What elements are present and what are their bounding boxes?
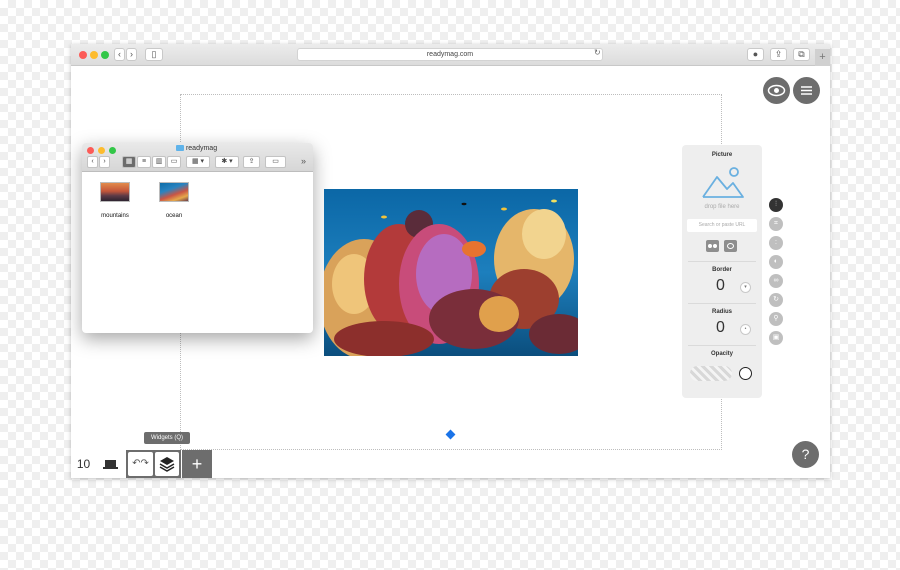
- widgets-tooltip: Widgets (Q): [144, 432, 190, 444]
- list-view-button[interactable]: ≡: [137, 156, 151, 168]
- rotate-icon[interactable]: ↻: [769, 293, 783, 307]
- page-number[interactable]: 10: [71, 450, 96, 478]
- camera-button[interactable]: [724, 240, 737, 252]
- share-button[interactable]: ⇪: [770, 48, 787, 61]
- laptop-icon: [103, 460, 118, 469]
- back-button[interactable]: ‹: [114, 48, 125, 61]
- link-icon[interactable]: ∞: [769, 274, 783, 288]
- reload-icon[interactable]: ↻: [594, 48, 601, 57]
- border-value[interactable]: 0: [716, 277, 725, 295]
- flickr-icon: [708, 244, 712, 248]
- sidebar-toggle-button[interactable]: ▯: [145, 48, 163, 61]
- drop-file-text: drop file here: [704, 204, 740, 210]
- gallery-view-button[interactable]: ▭: [167, 156, 181, 168]
- preview-button[interactable]: [763, 77, 790, 104]
- lock-icon[interactable]: ▣: [769, 331, 783, 345]
- mask-icon[interactable]: ◐: [769, 255, 783, 269]
- layers-icon: [159, 457, 175, 472]
- finder-window: readymag ‹ › ▦ ≡ ▥ ▭ ▦ ▾ ✱ ▾ ⇪ ▭ » mount…: [82, 143, 313, 333]
- radius-label: Radius: [711, 309, 732, 315]
- file-label: ocean: [165, 213, 183, 219]
- file-label: mountains: [101, 213, 129, 219]
- add-widget-button[interactable]: +: [182, 450, 212, 478]
- url-bar[interactable]: readymag.com: [297, 48, 603, 61]
- menu-button[interactable]: [793, 77, 820, 104]
- finder-minimize-dot[interactable]: [98, 147, 105, 154]
- action-gear-button[interactable]: ✱ ▾: [215, 156, 239, 168]
- url-text: readymag.com: [426, 51, 474, 58]
- finder-share-button[interactable]: ⇪: [243, 156, 260, 168]
- coral-reef-image[interactable]: [324, 189, 578, 356]
- camera-icon: [727, 243, 734, 249]
- minimize-dot[interactable]: [90, 51, 98, 59]
- pin-icon[interactable]: ⚲: [769, 312, 783, 326]
- finder-back-button[interactable]: ‹: [87, 156, 98, 168]
- mountains-thumbnail: [100, 182, 130, 202]
- arrange-button[interactable]: ▦ ▾: [186, 156, 210, 168]
- finder-zoom-dot[interactable]: [109, 147, 116, 154]
- flickr-button[interactable]: [706, 240, 719, 252]
- hamburger-icon: [801, 86, 812, 95]
- tag-button[interactable]: ▭: [265, 156, 286, 168]
- border-dropdown-button[interactable]: ▾: [740, 282, 751, 293]
- radius-dropdown-button[interactable]: •: [740, 324, 751, 335]
- border-label: Border: [712, 267, 732, 273]
- ocean-thumbnail: [159, 182, 189, 202]
- image-placeholder-icon[interactable]: [701, 165, 745, 206]
- close-dot[interactable]: [79, 51, 87, 59]
- search-url-input[interactable]: Search or paste URL: [687, 219, 757, 232]
- radius-value[interactable]: 0: [716, 319, 725, 337]
- finder-toolbar: readymag ‹ › ▦ ≡ ▥ ▭ ▦ ▾ ✱ ▾ ⇪ ▭ »: [82, 143, 313, 172]
- finder-title: readymag: [176, 145, 217, 152]
- column-view-button[interactable]: ▥: [152, 156, 166, 168]
- finder-forward-button[interactable]: ›: [99, 156, 110, 168]
- zoom-dot[interactable]: [101, 51, 109, 59]
- download-button[interactable]: ●: [747, 48, 764, 61]
- finder-close-dot[interactable]: [87, 147, 94, 154]
- overflow-chevron-icon[interactable]: »: [301, 156, 306, 166]
- browser-titlebar: ‹ › ▯ readymag.com ↻ ● ⇪ ⧉ +: [71, 44, 830, 66]
- file-item-ocean[interactable]: ocean: [154, 182, 194, 219]
- undo-redo-button[interactable]: ↶↷: [128, 452, 153, 476]
- bottom-toolbar: 10 ↶↷ +: [71, 450, 212, 478]
- ratio-icon[interactable]: :: [769, 236, 783, 250]
- tabs-button[interactable]: ⧉: [793, 48, 810, 61]
- sliders-icon[interactable]: ⫶: [769, 198, 783, 212]
- file-item-mountains[interactable]: mountains: [95, 182, 135, 219]
- widgets-button[interactable]: [155, 452, 179, 476]
- help-button[interactable]: ?: [792, 441, 819, 468]
- divider: [688, 345, 756, 346]
- device-button[interactable]: [98, 450, 123, 478]
- opacity-slider-track[interactable]: [690, 366, 732, 381]
- new-tab-button[interactable]: +: [815, 49, 830, 66]
- history-group: ↶↷: [126, 450, 181, 478]
- eye-icon: [767, 84, 786, 97]
- picture-settings-panel: Picture drop file here Search or paste U…: [682, 145, 762, 398]
- opacity-label: Opacity: [710, 351, 733, 357]
- opacity-slider-handle[interactable]: [739, 367, 752, 380]
- crop-icon[interactable]: ⌗: [769, 217, 783, 231]
- divider: [688, 261, 756, 262]
- folder-icon: [176, 145, 184, 152]
- picture-label: Picture: [711, 152, 733, 158]
- forward-button[interactable]: ›: [126, 48, 137, 61]
- divider: [688, 303, 756, 304]
- finder-title-text: readymag: [185, 145, 218, 152]
- icon-view-button[interactable]: ▦: [122, 156, 136, 168]
